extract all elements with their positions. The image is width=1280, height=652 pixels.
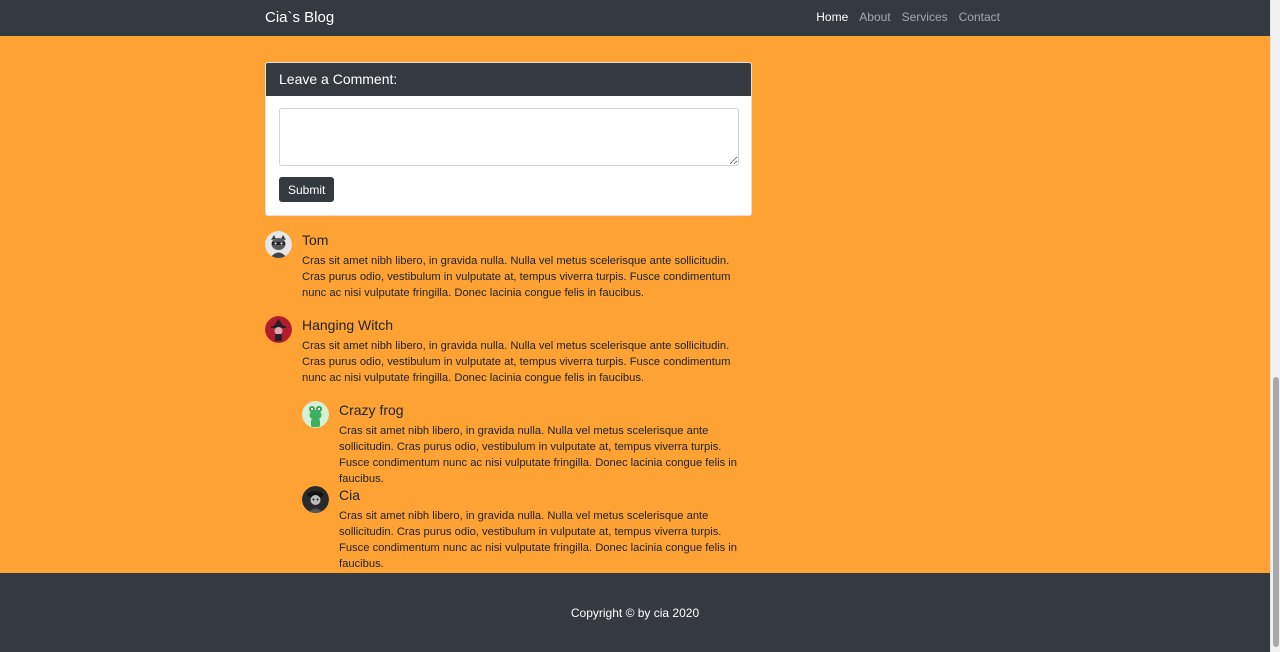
comment-form-title: Leave a Comment: (266, 63, 751, 96)
commenter-name: Hanging Witch (302, 317, 394, 333)
nav-link-home[interactable]: Home (816, 10, 848, 25)
comment-body: Tom Cras sit amet nibh libero, in gravid… (302, 231, 752, 301)
comment-item: Hanging Witch Cras sit amet nibh libero,… (265, 316, 752, 386)
reply-item: Cia Cras sit amet nibh libero, in gravid… (302, 486, 752, 572)
scrollbar-thumb[interactable] (1273, 377, 1279, 647)
comment-text: Cras sit amet nibh libero, in gravida nu… (339, 425, 737, 485)
commenter-name: Tom (302, 232, 329, 248)
raccoon-avatar-icon (265, 231, 292, 258)
reply-body: Crazy frog Cras sit amet nibh libero, in… (339, 401, 752, 487)
vertical-scrollbar[interactable] (1270, 0, 1280, 652)
nav-links: Home About Services Contact (816, 10, 1000, 25)
comment-body: Hanging Witch Cras sit amet nibh libero,… (302, 316, 752, 386)
page-viewport: Cia`s Blog Home About Services Contact L… (0, 0, 1270, 652)
copyright-text: Copyright © by cia 2020 (570, 606, 700, 620)
comment-text: Cras sit amet nibh libero, in gravida nu… (339, 510, 737, 570)
navbar: Cia`s Blog Home About Services Contact (0, 0, 1270, 36)
comment-form-body: Submit (266, 96, 751, 214)
nav-link-contact[interactable]: Contact (959, 10, 1000, 25)
reply-item: Crazy frog Cras sit amet nibh libero, in… (302, 401, 752, 487)
commenter-name: Crazy frog (339, 402, 404, 418)
nav-link-services[interactable]: Services (902, 10, 948, 25)
comment-form-card: Leave a Comment: Submit (265, 62, 752, 216)
frog-avatar-icon (302, 401, 329, 428)
comment-textarea[interactable] (279, 108, 739, 166)
commenter-name: Cia (339, 487, 361, 503)
brand-link[interactable]: Cia`s Blog (265, 9, 334, 27)
reply-body: Cia Cras sit amet nibh libero, in gravid… (339, 486, 752, 572)
witch-avatar-icon (265, 316, 292, 343)
nav-link-about[interactable]: About (859, 10, 890, 25)
submit-button[interactable]: Submit (279, 177, 335, 202)
comment-text: Cras sit amet nibh libero, in gravida nu… (302, 340, 731, 384)
cia-avatar-icon (302, 486, 329, 513)
footer: Copyright © by cia 2020 (0, 573, 1270, 652)
comment-text: Cras sit amet nibh libero, in gravida nu… (302, 255, 731, 299)
comment-item: Tom Cras sit amet nibh libero, in gravid… (265, 231, 752, 301)
